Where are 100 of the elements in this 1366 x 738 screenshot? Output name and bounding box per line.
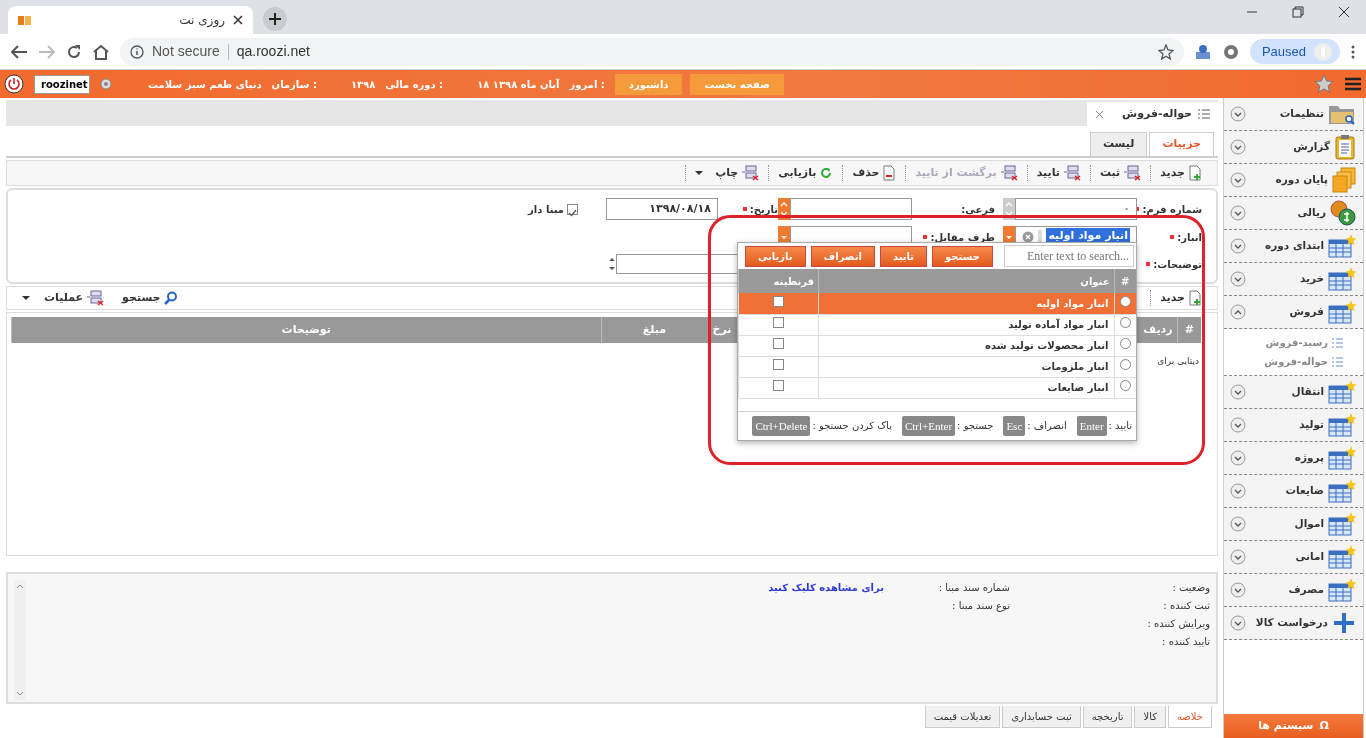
sidebar-subitem[interactable]: حواله-فروش xyxy=(1224,352,1363,371)
toolbar-button[interactable]: جستجو xyxy=(113,289,187,307)
profile-button[interactable]: Paused xyxy=(1249,38,1340,65)
bottom-tab[interactable]: کالا xyxy=(1134,706,1166,728)
sidebar-item[interactable]: فروش xyxy=(1224,296,1363,329)
field-label: تاریخ: xyxy=(749,202,778,217)
key-badge: Esc xyxy=(1003,415,1026,436)
sidebar-item[interactable]: ابتدای دوره xyxy=(1224,230,1363,263)
toolbar-button[interactable]: ثبت xyxy=(1089,164,1151,182)
back-icon[interactable] xyxy=(10,43,28,60)
clipboard-icon xyxy=(1333,134,1357,160)
close-icon[interactable] xyxy=(233,15,243,25)
sidebar-item[interactable]: مصرف xyxy=(1224,574,1363,607)
view-link[interactable]: برای مشاهده کلیک کنید xyxy=(36,580,884,595)
expand-icon[interactable] xyxy=(1230,238,1246,254)
toolbar-button[interactable]: حذف xyxy=(842,164,906,182)
field-label: انبار: xyxy=(1177,230,1202,245)
clear-icon[interactable] xyxy=(1022,231,1034,243)
radio-button[interactable] xyxy=(1119,338,1131,349)
extension-icon[interactable] xyxy=(1221,42,1240,61)
radio-button[interactable] xyxy=(1119,359,1131,370)
toolbar-button[interactable]: بازیابی xyxy=(768,164,843,182)
new-document-icon xyxy=(1188,165,1202,181)
collapse-icon[interactable] xyxy=(1230,304,1246,320)
toolbar-button[interactable]: تایید xyxy=(1026,164,1090,182)
view-tab[interactable]: جزییات xyxy=(1149,132,1214,156)
checkbox[interactable] xyxy=(773,295,784,307)
reload-icon[interactable] xyxy=(66,43,82,60)
radio-button[interactable] xyxy=(1119,380,1131,391)
list-row[interactable]: انبار ضایعات xyxy=(738,377,1136,398)
extension-icon[interactable] xyxy=(1193,42,1212,61)
bottom-tab[interactable]: خلاصه xyxy=(1168,706,1212,728)
date-field[interactable]: ۱۳۹۸/۰۸/۱۸ xyxy=(606,198,718,220)
sidebar-item[interactable]: پروژه xyxy=(1224,442,1363,475)
menu-icon[interactable] xyxy=(1350,43,1356,60)
new-tab-icon[interactable] xyxy=(263,7,287,31)
sidebar-item[interactable]: خرید xyxy=(1224,263,1363,296)
sidebar-item[interactable]: اموال xyxy=(1224,508,1363,541)
expand-icon[interactable] xyxy=(1230,549,1246,565)
list-row[interactable]: انبار مواد آماده تولید xyxy=(738,314,1136,335)
expand-icon[interactable] xyxy=(1230,205,1246,221)
list-row[interactable]: انبار محصولات تولید شده xyxy=(738,335,1136,356)
toolbar-button[interactable]: چاپ xyxy=(685,164,769,182)
spinner-icon[interactable] xyxy=(778,198,790,220)
page-tab[interactable]: حواله-فروش xyxy=(1086,102,1218,126)
checkbox[interactable] xyxy=(773,338,784,349)
info-label: تایید کننده : xyxy=(1161,635,1210,649)
maximize-icon[interactable] xyxy=(1292,6,1304,18)
expand-icon[interactable] xyxy=(1230,172,1246,188)
expand-icon[interactable] xyxy=(1230,417,1246,433)
refresh-icon xyxy=(819,166,834,180)
star-icon[interactable] xyxy=(1314,74,1334,94)
sidebar-item[interactable]: گزارش xyxy=(1224,131,1363,164)
power-icon[interactable] xyxy=(4,74,24,94)
checkbox[interactable] xyxy=(773,359,784,370)
expand-icon[interactable] xyxy=(1230,582,1246,598)
close-icon[interactable] xyxy=(1338,6,1350,18)
address-bar[interactable]: Not secure qa.roozi.net xyxy=(120,37,1184,66)
expand-icon[interactable] xyxy=(1230,106,1246,122)
sidebar-item[interactable]: ریالی xyxy=(1224,197,1363,230)
expand-icon[interactable] xyxy=(1230,271,1246,287)
star-icon[interactable] xyxy=(1157,44,1174,61)
expand-icon[interactable] xyxy=(1230,139,1246,155)
home-icon[interactable] xyxy=(92,43,110,60)
menu-icon[interactable] xyxy=(1344,76,1362,92)
spinner-icon[interactable] xyxy=(1003,198,1015,220)
bottom-tab[interactable]: تعدیلات قیمت xyxy=(924,706,1001,728)
toolbar-button[interactable]: جدید xyxy=(1150,289,1211,307)
sidebar-item[interactable]: درخواست کالا xyxy=(1224,607,1363,640)
list-row[interactable]: انبار ملزومات xyxy=(738,356,1136,377)
search-field[interactable]: Enter text to search... xyxy=(1004,245,1134,267)
radio-button[interactable] xyxy=(1119,295,1131,307)
bottom-tab[interactable]: ثبت حسابداری xyxy=(1002,706,1081,728)
sidebar-item[interactable]: انتقال xyxy=(1224,376,1363,409)
sidebar-subitem[interactable]: رسید-فروش xyxy=(1224,333,1363,352)
number-field[interactable] xyxy=(790,198,912,220)
bottom-tab[interactable]: تاریخچه xyxy=(1082,706,1133,728)
expand-icon[interactable] xyxy=(1230,516,1246,532)
toolbar-button[interactable]: جدید xyxy=(1150,164,1211,182)
checkbox[interactable] xyxy=(567,203,578,215)
expand-icon[interactable] xyxy=(1230,450,1246,466)
toolbar-button[interactable]: عملیات xyxy=(13,289,114,307)
expand-icon[interactable] xyxy=(1230,615,1246,631)
site-logo-icon xyxy=(18,14,34,26)
settings-icon[interactable] xyxy=(100,78,112,90)
expand-icon[interactable] xyxy=(1230,483,1246,499)
sidebar-item[interactable]: تنظیمات xyxy=(1224,98,1363,131)
expand-icon[interactable] xyxy=(1230,384,1246,400)
checkbox[interactable] xyxy=(773,380,784,391)
browser-tab[interactable]: روزی نت xyxy=(8,6,253,34)
today-label: امروز : xyxy=(569,77,605,92)
sidebar-item[interactable]: پایان دوره xyxy=(1224,164,1363,197)
organization-name: دنیای طعم سبز سلامت xyxy=(148,77,262,92)
sidebar-item[interactable]: تولید xyxy=(1224,409,1363,442)
checkbox[interactable] xyxy=(773,317,784,328)
radio-button[interactable] xyxy=(1119,317,1131,328)
sidebar-item[interactable]: ضایعات xyxy=(1224,475,1363,508)
shortcut-label: تایید : xyxy=(1108,419,1132,434)
view-tab[interactable]: لیست xyxy=(1089,132,1148,156)
sidebar-item[interactable]: امانی xyxy=(1224,541,1363,574)
